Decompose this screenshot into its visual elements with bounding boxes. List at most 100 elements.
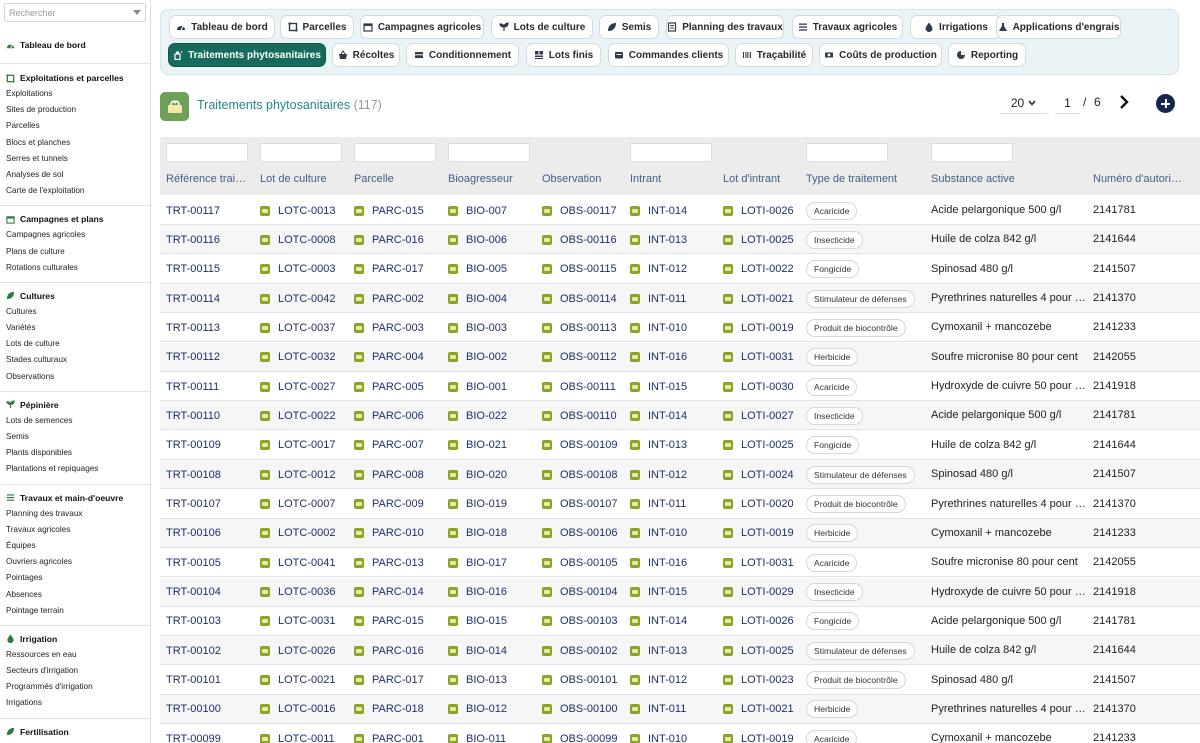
tab-couts-de-production[interactable]: Coûts de production: [819, 43, 942, 67]
related-record-link[interactable]: INT-013: [630, 636, 718, 665]
related-record-link[interactable]: INT-014: [630, 607, 718, 636]
sidebar-item-blocs-et-planches[interactable]: Blocs et planches: [6, 135, 144, 151]
sidebar-section-pepiniere[interactable]: Pépinière: [6, 397, 144, 413]
related-record-link[interactable]: PARC-016: [354, 225, 442, 254]
column-header[interactable]: Type de traitement: [806, 173, 926, 185]
related-record-link[interactable]: LOTI-0023: [723, 666, 803, 695]
sidebar-item-secteurs-d-irrigation[interactable]: Secteurs d'irrigation: [6, 663, 144, 679]
sidebar-item-lots-de-culture[interactable]: Lots de culture: [6, 336, 144, 352]
sidebar-item-semis[interactable]: Semis: [6, 429, 144, 445]
table-row[interactable]: TRT-00099 LOTC-0011 PARC-001 BIO-011 OBS-000…: [160, 724, 1200, 743]
sidebar-item-rotations-culturales[interactable]: Rotations culturales: [6, 260, 144, 276]
column-filter-input[interactable]: [448, 143, 530, 162]
column-header[interactable]: Parcelle: [354, 173, 442, 185]
related-record-link[interactable]: BIO-001: [448, 372, 536, 401]
sidebar-item-observations[interactable]: Observations: [6, 369, 144, 385]
related-record-link[interactable]: LOTI-0031: [723, 343, 803, 372]
tab-semis[interactable]: Semis: [599, 15, 659, 39]
column-header[interactable]: Lot d'intrant: [723, 173, 803, 185]
tab-traitements-phytosanitaires[interactable]: Traitements phytosanitaires: [168, 43, 326, 67]
related-record-link[interactable]: INT-010: [630, 519, 718, 548]
related-record-link[interactable]: PARC-010: [354, 519, 442, 548]
related-record-link[interactable]: OBS-00100: [542, 695, 627, 724]
sidebar-item-exploitations[interactable]: Exploitations: [6, 86, 144, 102]
related-record-link[interactable]: OBS-00105: [542, 548, 627, 577]
related-record-link[interactable]: INT-014: [630, 401, 718, 430]
column-filter-input[interactable]: [630, 143, 712, 162]
tab-lots-de-culture[interactable]: Lots de culture: [491, 15, 593, 39]
related-record-link[interactable]: OBS-00110: [542, 401, 627, 430]
related-record-link[interactable]: LOTC-0021: [260, 666, 348, 695]
reference-link[interactable]: TRT-00114: [166, 284, 254, 313]
page-size-select[interactable]: 20: [1000, 92, 1047, 114]
reference-link[interactable]: TRT-00113: [166, 313, 254, 342]
reference-link[interactable]: TRT-00112: [166, 343, 254, 372]
related-record-link[interactable]: INT-012: [630, 666, 718, 695]
related-record-link[interactable]: BIO-007: [448, 196, 536, 225]
related-record-link[interactable]: LOTC-0037: [260, 313, 348, 342]
sidebar-section-tableau-de-bord[interactable]: Tableau de bord: [6, 37, 144, 53]
reference-link[interactable]: TRT-00110: [166, 401, 254, 430]
sidebar-item-serres-et-tunnels[interactable]: Serres et tunnels: [6, 151, 144, 167]
tab-tracabilite[interactable]: Traçabilité: [735, 43, 813, 67]
related-record-link[interactable]: LOTI-0029: [723, 578, 803, 607]
column-filter-input[interactable]: [354, 143, 436, 162]
reference-link[interactable]: TRT-00102: [166, 636, 254, 665]
related-record-link[interactable]: OBS-00101: [542, 666, 627, 695]
related-record-link[interactable]: LOTC-0007: [260, 490, 348, 519]
related-record-link[interactable]: BIO-003: [448, 313, 536, 342]
related-record-link[interactable]: BIO-021: [448, 431, 536, 460]
table-row[interactable]: TRT-00115 LOTC-0003 PARC-017 BIO-005 OBS-001…: [160, 255, 1200, 284]
reference-link[interactable]: TRT-00109: [166, 431, 254, 460]
related-record-link[interactable]: INT-012: [630, 460, 718, 489]
related-record-link[interactable]: OBS-00113: [542, 313, 627, 342]
tab-parcelles[interactable]: Parcelles: [280, 15, 354, 39]
related-record-link[interactable]: PARC-001: [354, 724, 442, 743]
tab-irrigations[interactable]: Irrigations: [910, 15, 1002, 39]
related-record-link[interactable]: OBS-00099: [542, 724, 627, 743]
column-header[interactable]: Substance active: [931, 173, 1089, 185]
related-record-link[interactable]: BIO-013: [448, 666, 536, 695]
related-record-link[interactable]: PARC-014: [354, 578, 442, 607]
related-record-link[interactable]: LOTI-0027: [723, 401, 803, 430]
reference-link[interactable]: TRT-00099: [166, 724, 254, 743]
sidebar-section-fertilisation[interactable]: Fertilisation: [6, 724, 144, 740]
sidebar-item-analyses-de-sol[interactable]: Analyses de sol: [6, 167, 144, 183]
related-record-link[interactable]: LOTI-0026: [723, 196, 803, 225]
related-record-link[interactable]: LOTI-0019: [723, 724, 803, 743]
sidebar-section-cultures[interactable]: Cultures: [6, 288, 144, 304]
sidebar-item-ouvriers-agricoles[interactable]: Ouvriers agricoles: [6, 554, 144, 570]
reference-link[interactable]: TRT-00116: [166, 225, 254, 254]
related-record-link[interactable]: BIO-011: [448, 724, 536, 743]
related-record-link[interactable]: LOTC-0022: [260, 401, 348, 430]
column-filter-input[interactable]: [260, 143, 342, 162]
related-record-link[interactable]: PARC-007: [354, 431, 442, 460]
related-record-link[interactable]: PARC-009: [354, 490, 442, 519]
related-record-link[interactable]: OBS-00111: [542, 372, 627, 401]
related-record-link[interactable]: PARC-003: [354, 313, 442, 342]
add-record-button[interactable]: [1156, 94, 1175, 113]
reference-link[interactable]: TRT-00111: [166, 372, 254, 401]
related-record-link[interactable]: PARC-016: [354, 636, 442, 665]
related-record-link[interactable]: LOTC-0042: [260, 284, 348, 313]
table-row[interactable]: TRT-00100 LOTC-0016 PARC-018 BIO-012 OBS-001…: [160, 694, 1200, 724]
related-record-link[interactable]: OBS-00107: [542, 490, 627, 519]
related-record-link[interactable]: INT-012: [630, 255, 718, 284]
related-record-link[interactable]: BIO-006: [448, 225, 536, 254]
column-header[interactable]: Intrant: [630, 173, 718, 185]
related-record-link[interactable]: BIO-020: [448, 460, 536, 489]
tab-travaux-agricoles[interactable]: Travaux agricoles: [792, 15, 903, 39]
related-record-link[interactable]: BIO-016: [448, 578, 536, 607]
related-record-link[interactable]: INT-011: [630, 284, 718, 313]
table-row[interactable]: TRT-00111 LOTC-0027 PARC-005 BIO-001 OBS-001…: [160, 372, 1200, 402]
related-record-link[interactable]: PARC-015: [354, 196, 442, 225]
column-header[interactable]: Observation: [542, 173, 627, 185]
chevron-down-icon[interactable]: [133, 10, 141, 15]
related-record-link[interactable]: LOTC-0041: [260, 548, 348, 577]
related-record-link[interactable]: LOTI-0022: [723, 255, 803, 284]
related-record-link[interactable]: OBS-00102: [542, 636, 627, 665]
related-record-link[interactable]: INT-015: [630, 372, 718, 401]
column-filter-input[interactable]: [806, 143, 888, 162]
column-header[interactable]: Bioagresseur: [448, 173, 536, 185]
related-record-link[interactable]: OBS-00108: [542, 460, 627, 489]
